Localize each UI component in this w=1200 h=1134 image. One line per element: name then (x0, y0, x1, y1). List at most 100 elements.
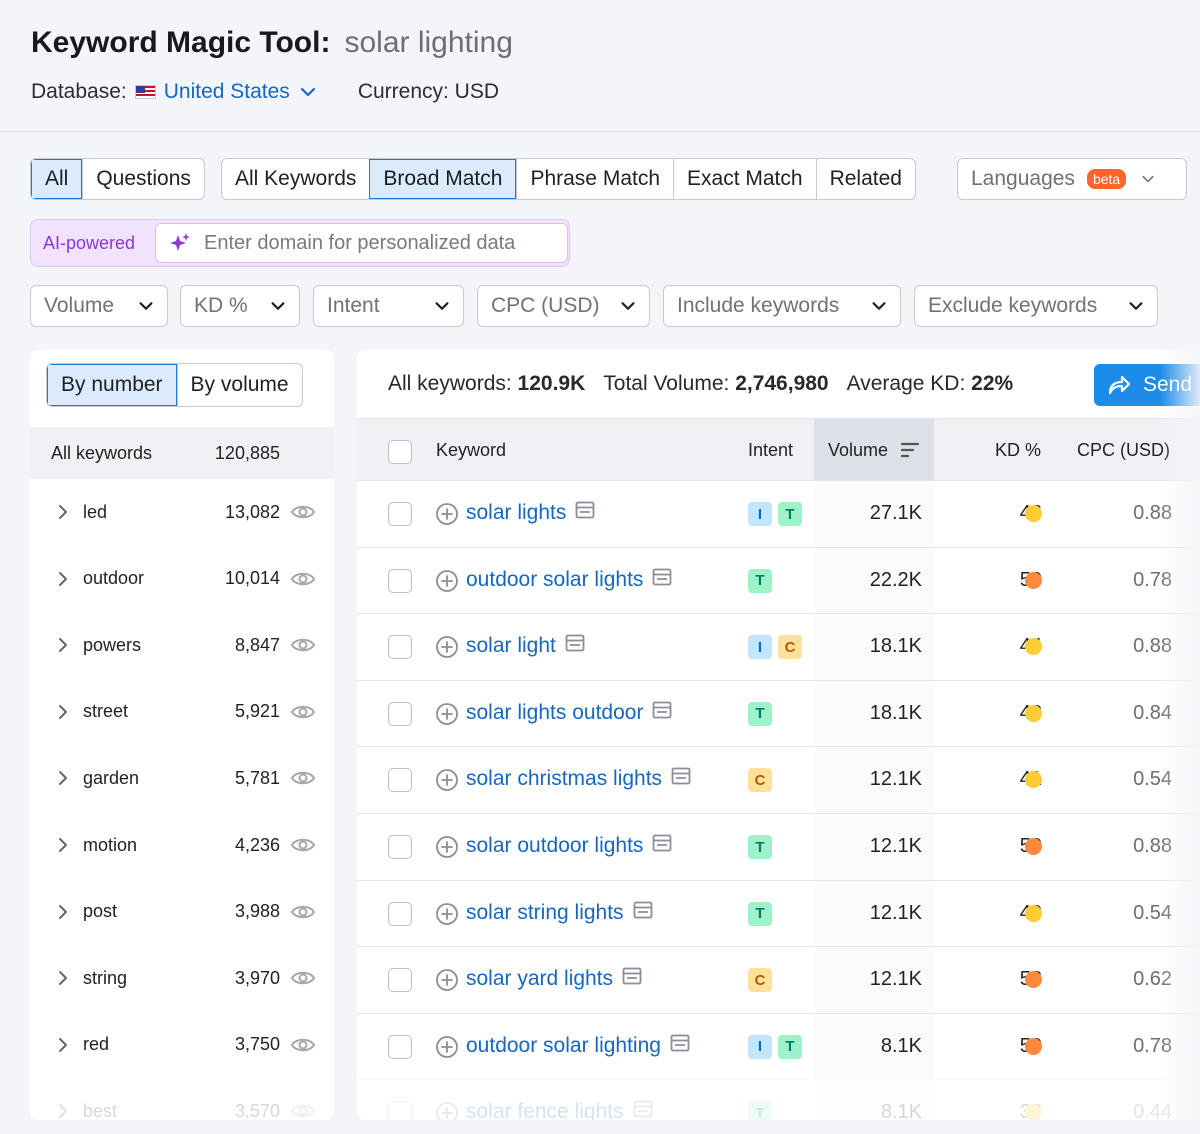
table-row[interactable]: outdoor solar lightsT22.2K500.78 (357, 546, 1200, 614)
add-to-list-icon[interactable] (435, 569, 459, 598)
filter-kd[interactable]: KD % (180, 285, 300, 327)
tab-all-keywords[interactable]: All Keywords (222, 159, 369, 199)
filter-cpc[interactable]: CPC (USD) (477, 285, 650, 327)
tab-related[interactable]: Related (815, 159, 915, 199)
table-row[interactable]: solar string lightsT12.1K400.54 (357, 879, 1200, 947)
tab-phrase-match[interactable]: Phrase Match (516, 159, 673, 199)
add-to-list-icon[interactable] (435, 1035, 459, 1064)
filter-volume[interactable]: Volume (30, 285, 168, 327)
add-to-list-icon[interactable] (435, 702, 459, 731)
filter-include-keywords[interactable]: Include keywords (663, 285, 901, 327)
eye-icon[interactable] (290, 965, 316, 996)
header-volume[interactable]: Volume (828, 440, 888, 461)
serp-features-icon[interactable] (661, 1034, 690, 1058)
languages-dropdown[interactable]: Languages beta (957, 158, 1187, 200)
serp-features-icon[interactable] (643, 568, 672, 592)
header-cpc[interactable]: CPC (USD) (1077, 440, 1170, 461)
serp-features-icon[interactable] (613, 967, 642, 991)
chevron-right-icon[interactable] (56, 503, 70, 526)
chevron-down-icon[interactable] (298, 82, 318, 102)
serp-features-icon[interactable] (566, 501, 595, 525)
row-checkbox[interactable] (388, 502, 412, 526)
eye-icon[interactable] (290, 499, 316, 530)
add-to-list-icon[interactable] (435, 1101, 459, 1120)
add-to-list-icon[interactable] (435, 768, 459, 797)
keyword-link[interactable]: outdoor solar lights (466, 568, 672, 592)
eye-icon[interactable] (290, 699, 316, 730)
eye-icon[interactable] (290, 566, 316, 597)
row-checkbox[interactable] (388, 568, 412, 593)
table-row[interactable]: solar christmas lightsC12.1K410.54 (357, 746, 1200, 814)
header-intent[interactable]: Intent (748, 440, 793, 461)
keyword-link[interactable]: solar light (466, 634, 585, 658)
chevron-right-icon[interactable] (56, 703, 70, 726)
serp-features-icon[interactable] (624, 901, 653, 925)
filter-intent[interactable]: Intent (313, 285, 464, 327)
table-row[interactable]: solar lightsIT27.1K460.88 (357, 480, 1200, 547)
keyword-link[interactable]: outdoor solar lighting (466, 1034, 690, 1058)
keyword-group-row[interactable]: motion 4,236 (30, 812, 334, 878)
chevron-right-icon[interactable] (56, 570, 70, 593)
tab-all[interactable]: All (31, 159, 83, 199)
tab-questions[interactable]: Questions (82, 159, 204, 199)
domain-input[interactable]: Enter domain for personalized data (155, 223, 568, 263)
keyword-group-row[interactable]: street 5,921 (30, 679, 334, 745)
keyword-group-row[interactable]: led 13,082 (30, 479, 334, 545)
table-row[interactable]: solar yard lightsC12.1K530.62 (357, 946, 1200, 1014)
eye-icon[interactable] (290, 899, 316, 930)
row-checkbox[interactable] (388, 701, 412, 726)
table-row[interactable]: outdoor solar lightingIT8.1K500.78 (357, 1012, 1200, 1080)
add-to-list-icon[interactable] (435, 635, 459, 664)
tab-broad-match[interactable]: Broad Match (369, 159, 517, 199)
keyword-group-row[interactable]: string 3,970 (30, 945, 334, 1011)
chevron-right-icon[interactable] (56, 1036, 70, 1059)
database-selector[interactable]: United States (164, 80, 290, 104)
eye-icon[interactable] (290, 832, 316, 863)
keyword-link[interactable]: solar yard lights (466, 967, 642, 991)
toggle-by-number[interactable]: By number (47, 364, 177, 406)
row-checkbox[interactable] (388, 901, 412, 926)
keyword-group-row[interactable]: post 3,988 (30, 879, 334, 945)
chevron-right-icon[interactable] (56, 903, 70, 926)
row-checkbox[interactable] (388, 1101, 412, 1120)
chevron-right-icon[interactable] (56, 836, 70, 859)
keyword-group-row[interactable]: garden 5,781 (30, 745, 334, 811)
row-checkbox[interactable] (388, 768, 412, 793)
serp-features-icon[interactable] (556, 634, 585, 658)
serp-features-icon[interactable] (624, 1100, 653, 1120)
toggle-by-volume[interactable]: By volume (176, 364, 302, 406)
chevron-right-icon[interactable] (56, 636, 70, 659)
keyword-group-row[interactable]: red 3,750 (30, 1012, 334, 1078)
row-checkbox[interactable] (388, 968, 412, 993)
row-checkbox[interactable] (388, 835, 412, 859)
keyword-group-row[interactable]: outdoor 10,014 (30, 546, 334, 612)
eye-icon[interactable] (290, 1032, 316, 1063)
add-to-list-icon[interactable] (435, 902, 459, 931)
chevron-right-icon[interactable] (56, 769, 70, 792)
eye-icon[interactable] (290, 765, 316, 796)
table-row[interactable]: solar fence lightsT8.1K380.44 (357, 1079, 1200, 1120)
keyword-link[interactable]: solar christmas lights (466, 767, 691, 791)
serp-features-icon[interactable] (662, 767, 691, 791)
keyword-link[interactable]: solar lights outdoor (466, 701, 672, 725)
header-kd[interactable]: KD % (995, 440, 1041, 461)
table-row[interactable]: solar outdoor lightsT12.1K500.88 (357, 813, 1200, 880)
eye-icon[interactable] (290, 1098, 316, 1120)
row-checkbox[interactable] (388, 1034, 412, 1059)
serp-features-icon[interactable] (643, 701, 672, 725)
table-row[interactable]: solar lights outdoorT18.1K480.84 (357, 679, 1200, 747)
table-row[interactable]: solar lightIC18.1K440.88 (357, 613, 1200, 681)
chevron-right-icon[interactable] (56, 1102, 70, 1120)
row-checkbox[interactable] (388, 635, 412, 660)
add-to-list-icon[interactable] (435, 835, 459, 864)
keyword-link[interactable]: solar fence lights (466, 1100, 653, 1120)
keyword-group-row[interactable]: best 3,570 (30, 1078, 334, 1120)
serp-features-icon[interactable] (643, 834, 672, 858)
eye-icon[interactable] (290, 632, 316, 663)
keyword-link[interactable]: solar lights (466, 501, 595, 525)
header-keyword[interactable]: Keyword (436, 440, 506, 461)
keyword-group-row[interactable]: powers 8,847 (30, 612, 334, 678)
sort-descending-icon[interactable] (900, 441, 920, 459)
select-all-checkbox[interactable] (388, 440, 412, 464)
all-keywords-row[interactable]: All keywords 120,885 (30, 427, 334, 479)
